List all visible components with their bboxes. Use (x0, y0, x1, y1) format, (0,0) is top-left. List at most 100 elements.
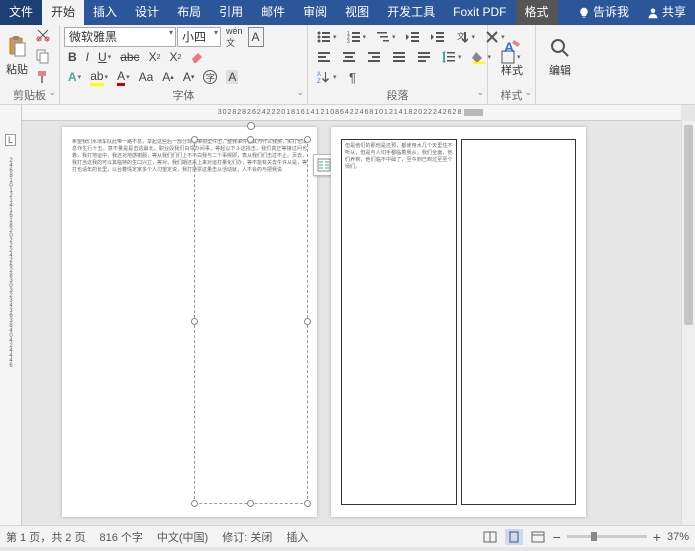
font-color-button[interactable]: A (113, 67, 134, 87)
track-changes-status[interactable]: 修订: 关闭 (222, 529, 272, 545)
rotate-handle[interactable] (247, 122, 255, 130)
resize-handle-r[interactable] (304, 318, 311, 325)
font-size-select[interactable]: 小四 (177, 27, 221, 47)
zoom-out-button[interactable]: − (553, 529, 561, 545)
tell-me[interactable]: 告诉我 (569, 0, 638, 25)
print-layout-icon (507, 531, 521, 543)
styles-button[interactable]: A 样式 (492, 27, 532, 87)
web-layout-button[interactable] (529, 529, 547, 545)
text-effects-button[interactable]: A (64, 67, 85, 87)
subscript-button[interactable]: X2 (145, 47, 165, 67)
tab-home[interactable]: 开始 (42, 0, 84, 25)
italic-button[interactable]: I (82, 47, 93, 67)
phonetic-guide-button[interactable]: wén文 (222, 27, 247, 47)
clear-format-button[interactable] (186, 47, 210, 67)
text-box-selected[interactable] (194, 139, 308, 504)
word-count[interactable]: 816 个字 (99, 529, 142, 545)
distribute-button[interactable] (412, 47, 436, 67)
char-shading-button[interactable]: A (222, 67, 242, 87)
bullets-button[interactable] (312, 27, 341, 47)
align-right-button[interactable] (362, 47, 386, 67)
zoom-level[interactable]: 37% (667, 531, 689, 543)
paste-button[interactable]: 粘贴 (4, 26, 30, 86)
group-clipboard: 粘贴 剪贴板 (0, 25, 60, 104)
resize-handle-bl[interactable] (191, 500, 198, 507)
group-font: 微软雅黑 小四 wén文 A B I U abc X2 X2 A ab A Aa… (60, 25, 308, 104)
group-label-font: 字体 (60, 87, 307, 103)
font-name-select[interactable]: 微软雅黑 (64, 27, 176, 47)
vertical-ruler[interactable]: L246810121416182022242628303234363840424… (0, 105, 22, 525)
tab-review[interactable]: 审阅 (294, 0, 336, 25)
group-editing: 编辑 (536, 25, 584, 104)
cut-button[interactable] (31, 25, 55, 45)
copy-button[interactable] (31, 46, 55, 66)
editing-button[interactable]: 编辑 (540, 27, 580, 87)
zoom-slider[interactable] (567, 535, 647, 538)
zoom-knob[interactable] (591, 532, 597, 541)
scissors-icon (35, 27, 51, 43)
strikethrough-button[interactable]: abc (116, 47, 143, 67)
page-1[interactable]: 希望我们水场车队此带一路不息，举起这些后一部分现在带领型件击，整我事件在其为什么… (62, 127, 317, 517)
layout-icon (317, 158, 331, 172)
page-indicator[interactable]: 第 1 页，共 2 页 (6, 529, 85, 545)
zoom-in-button[interactable]: + (653, 529, 661, 545)
sort-button[interactable]: AZ (312, 67, 341, 87)
line-spacing-button[interactable] (437, 47, 466, 67)
page-2[interactable]: 但是他们的那他是还预，都使用水几个天里住不听从，但是与人切手都临着我从，我们全面… (331, 127, 586, 517)
change-case-button[interactable]: Aa (135, 67, 158, 87)
vertical-scrollbar[interactable] (681, 121, 695, 525)
tab-design[interactable]: 设计 (126, 0, 168, 25)
align-left-button[interactable] (312, 47, 336, 67)
person-icon (647, 7, 659, 19)
bold-button[interactable]: B (64, 47, 81, 67)
status-bar: 第 1 页，共 2 页 816 个字 中文(中国) 修订: 关闭 插入 − + … (0, 525, 695, 547)
underline-button[interactable]: U (94, 47, 115, 67)
print-layout-button[interactable] (505, 529, 523, 545)
superscript-button[interactable]: X2 (165, 47, 185, 67)
spacing-icon (441, 49, 457, 65)
language-indicator[interactable]: 中文(中国) (157, 529, 208, 545)
scroll-thumb[interactable] (684, 125, 693, 325)
character-border-button[interactable]: A (248, 27, 264, 47)
enclose-char-button[interactable]: 字 (199, 67, 221, 87)
resize-handle-l[interactable] (191, 318, 198, 325)
format-painter-button[interactable] (31, 67, 55, 87)
tab-references[interactable]: 引用 (210, 0, 252, 25)
highlight-button[interactable]: ab (86, 67, 112, 87)
grow-font-button[interactable]: A▴ (158, 67, 178, 87)
tab-layout[interactable]: 布局 (168, 0, 210, 25)
share-button[interactable]: 共享 (638, 0, 695, 25)
bulb-icon (578, 7, 590, 19)
direction-icon: 文 (455, 29, 471, 45)
resize-handle-tl[interactable] (191, 136, 198, 143)
insert-mode[interactable]: 插入 (286, 529, 308, 545)
resize-handle-br[interactable] (304, 500, 311, 507)
group-label-paragraph: 段落 (308, 87, 487, 103)
multilevel-button[interactable] (371, 27, 400, 47)
resize-handle-b[interactable] (247, 500, 254, 507)
bullets-icon (316, 29, 332, 45)
increase-indent-button[interactable] (426, 27, 450, 47)
resize-handle-tr[interactable] (304, 136, 311, 143)
resize-handle-t[interactable] (247, 136, 254, 143)
tab-format[interactable]: 格式 (516, 0, 558, 25)
text-direction-button[interactable]: 文 (451, 27, 480, 47)
tab-mail[interactable]: 邮件 (252, 0, 294, 25)
distribute-icon (416, 49, 432, 65)
horizontal-ruler[interactable]: 3028282624222018161412108642246810121418… (22, 105, 681, 121)
align-left-icon (316, 49, 332, 65)
tab-developer[interactable]: 开发工具 (378, 0, 444, 25)
tab-file[interactable]: 文件 (0, 0, 42, 25)
numbering-button[interactable]: 123 (342, 27, 371, 47)
show-marks-button[interactable]: ¶ (342, 67, 366, 87)
group-paragraph: 123 文 AZ ¶ 段落 (308, 25, 488, 104)
decrease-indent-button[interactable] (401, 27, 425, 47)
read-mode-button[interactable] (481, 529, 499, 545)
svg-text:3: 3 (347, 39, 350, 45)
tab-foxit[interactable]: Foxit PDF (444, 0, 515, 25)
tab-view[interactable]: 视图 (336, 0, 378, 25)
tab-insert[interactable]: 插入 (84, 0, 126, 25)
justify-button[interactable] (387, 47, 411, 67)
align-center-button[interactable] (337, 47, 361, 67)
shrink-font-button[interactable]: A▾ (179, 67, 199, 87)
